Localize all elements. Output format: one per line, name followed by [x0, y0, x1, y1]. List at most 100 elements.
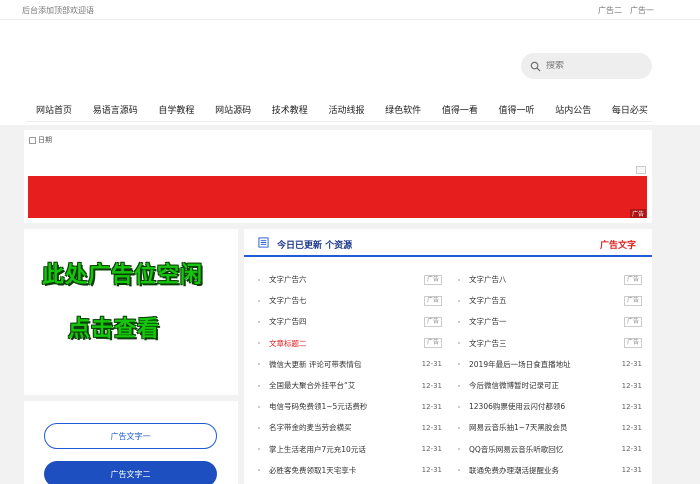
- news-link[interactable]: 文章标题二: [269, 338, 424, 349]
- news-column-left: 文字广告六 广告 文字广告七 广告 文字广告四 广告 文章标题二 广告 微信大更新 评论可带表情…: [258, 269, 444, 481]
- news-date: 12-31: [421, 360, 442, 369]
- bullet-icon: [458, 448, 460, 451]
- news-link[interactable]: 文字广告四: [269, 316, 424, 327]
- ad-text-button-2[interactable]: 广告文字二: [44, 461, 217, 484]
- ad-button-panel: 广告文字一 广告文字二: [24, 401, 238, 484]
- news-row: QQ音乐网易云音乐听歌回忆 12-31: [458, 439, 644, 460]
- ad-text-button-1[interactable]: 广告文字一: [44, 423, 217, 449]
- news-date: 12-31: [421, 381, 442, 390]
- news-row: 名字带金的麦当劳会横买 12-31: [258, 417, 444, 438]
- ad-badge: 广告: [623, 274, 642, 285]
- news-row: 文章标题二 广告: [258, 333, 444, 354]
- bullet-icon: [258, 469, 260, 472]
- top-bar: 后台添加顶部欢迎语 广告二 广告一: [0, 0, 700, 20]
- news-link[interactable]: 2019年最后一场日食直播地址: [469, 359, 622, 370]
- news-row: 掌上生活老用户7元充10元话 12-31: [258, 439, 444, 460]
- news-link[interactable]: 文字广告六: [269, 274, 424, 285]
- nav-item-announcements[interactable]: 站内公告: [555, 103, 591, 116]
- news-panel: 今日已更新 个资源 广告文字 文字广告六 广告 文字广告七 广告 文字广告四 广告 文章标题…: [244, 229, 652, 484]
- news-link[interactable]: 掌上生活老用户7元充10元话: [269, 444, 422, 455]
- bullet-icon: [458, 342, 460, 345]
- bullet-icon: [258, 426, 260, 429]
- bullet-icon: [258, 384, 260, 387]
- news-row: 文字广告三 广告: [458, 333, 644, 354]
- news-row: 文字广告五 广告: [458, 290, 644, 311]
- top-ad-link-1[interactable]: 广告一: [630, 5, 654, 16]
- bullet-icon: [258, 320, 260, 323]
- news-row: 必胜客免费领取1天宅享卡 12-31: [258, 460, 444, 481]
- news-link[interactable]: 全国最大聚合外挂平台“艾: [269, 380, 422, 391]
- vacant-ad-line2: 点击查看: [68, 317, 161, 342]
- news-link[interactable]: 必胜客免费领取1天宅享卡: [269, 465, 422, 476]
- news-link[interactable]: 今后微信微博暂时记录可正: [469, 380, 622, 391]
- nav-item-tutorials[interactable]: 自学教程: [158, 103, 194, 116]
- top-ad-links: 广告二 广告一: [598, 5, 654, 16]
- top-ad-link-2[interactable]: 广告二: [598, 5, 622, 16]
- news-row: 网易云音乐抽1~7天黑胶会员 12-31: [458, 417, 644, 438]
- news-link[interactable]: 联通免费办理潮活提醒业务: [469, 465, 622, 476]
- news-date: 12-31: [621, 360, 642, 369]
- ad-badge: 广告: [623, 295, 642, 306]
- nav-item-software[interactable]: 绿色软件: [385, 103, 421, 116]
- bullet-icon: [258, 299, 260, 302]
- news-row: 文字广告一 广告: [458, 311, 644, 332]
- broken-image-icon: [29, 136, 36, 144]
- news-link[interactable]: 文字广告七: [269, 295, 424, 306]
- ad-badge: 广告: [423, 338, 442, 349]
- nav-item-source-code[interactable]: 易语言源码: [93, 103, 138, 116]
- broken-image-alt: 日期: [38, 136, 52, 144]
- news-link[interactable]: 电信号码免费领1~5元话费秒: [269, 401, 422, 412]
- news-date: 12-31: [421, 402, 442, 411]
- search-box[interactable]: [521, 53, 652, 79]
- news-link[interactable]: 微信大更新 评论可带表情包: [269, 359, 422, 370]
- news-link[interactable]: 12306购票使用云闪付都领6: [469, 401, 622, 412]
- news-link[interactable]: 网易云音乐抽1~7天黑胶会员: [469, 422, 622, 433]
- news-row: 文字广告八 广告: [458, 269, 644, 290]
- bullet-icon: [458, 426, 460, 429]
- ad-badge: 广告: [423, 274, 442, 285]
- vacant-ad-line1: 此处广告位空闲: [42, 263, 204, 288]
- nav-item-site-source[interactable]: 网站源码: [215, 103, 251, 116]
- news-link[interactable]: 文字广告一: [469, 316, 624, 327]
- news-list-icon: [258, 237, 269, 248]
- news-date: 12-31: [621, 445, 642, 454]
- nav-item-deals[interactable]: 活动线报: [328, 103, 364, 116]
- bullet-icon: [258, 448, 260, 451]
- banner-red-bar[interactable]: [28, 176, 647, 218]
- ad-info-icon[interactable]: [636, 166, 646, 174]
- news-row: 12306购票使用云闪付都领6 12-31: [458, 396, 644, 417]
- news-date: 12-31: [621, 381, 642, 390]
- news-date: 12-31: [621, 402, 642, 411]
- nav-item-listen[interactable]: 值得一听: [499, 103, 535, 116]
- bullet-icon: [458, 384, 460, 387]
- news-link[interactable]: 文字广告三: [469, 338, 624, 349]
- news-link[interactable]: 文字广告五: [469, 295, 624, 306]
- search-input[interactable]: [546, 61, 646, 71]
- banner-ad[interactable]: 日期 广告: [24, 130, 652, 223]
- news-row: 今后微信微博暂时记录可正 12-31: [458, 375, 644, 396]
- broken-image: 日期: [29, 135, 52, 145]
- news-date: 12-31: [621, 466, 642, 475]
- news-ad-link[interactable]: 广告文字: [600, 238, 636, 251]
- news-link[interactable]: 文字广告八: [469, 274, 624, 285]
- bullet-icon: [458, 405, 460, 408]
- bullet-icon: [458, 363, 460, 366]
- vacant-ad-slot[interactable]: 此处广告位空闲 点击查看: [24, 229, 238, 395]
- bullet-icon: [258, 342, 260, 345]
- nav-item-watch[interactable]: 值得一看: [442, 103, 478, 116]
- news-link[interactable]: QQ音乐网易云音乐听歌回忆: [469, 444, 622, 455]
- news-row: 全国最大聚合外挂平台“艾 12-31: [258, 375, 444, 396]
- news-date: 12-31: [621, 423, 642, 432]
- nav-item-home[interactable]: 网站首页: [36, 103, 72, 116]
- nav-item-daily-buy[interactable]: 每日必买: [612, 103, 648, 116]
- news-row: 电信号码免费领1~5元话费秒 12-31: [258, 396, 444, 417]
- ad-badge: 广告: [623, 316, 642, 327]
- nav-item-tech[interactable]: 技术教程: [272, 103, 308, 116]
- news-row: 文字广告七 广告: [258, 290, 444, 311]
- bullet-icon: [458, 320, 460, 323]
- bullet-icon: [458, 299, 460, 302]
- news-row: 文字广告四 广告: [258, 311, 444, 332]
- news-link[interactable]: 名字带金的麦当劳会横买: [269, 422, 422, 433]
- header: 网站首页 易语言源码 自学教程 网站源码 技术教程 活动线报 绿色软件 值得一看…: [0, 20, 700, 125]
- ad-badge: 广告: [423, 316, 442, 327]
